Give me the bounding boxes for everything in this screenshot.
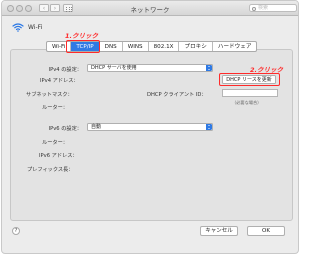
title-bar: ‹ › ネットワーク 検索 (2, 1, 298, 16)
subnet-mask-label: サブネットマスク： (26, 92, 73, 98)
dhcp-client-id-label: DHCP クライアント ID： (147, 92, 207, 98)
dhcp-client-id-note: （必要な場合） (232, 100, 262, 105)
cancel-button[interactable]: キャンセル (200, 226, 238, 236)
select-arrows-icon (206, 65, 212, 71)
tab-proxy[interactable]: プロキシ (179, 42, 213, 51)
dhcp-client-id-input[interactable] (222, 89, 278, 97)
ipv6-router-label: ルーター： (42, 140, 68, 146)
ipv4-router-label: ルーター： (42, 105, 68, 111)
ipv4-config-label: IPv4 の設定： (48, 67, 82, 73)
prefix-length-label: プレフィックス長： (27, 167, 74, 173)
service-name: Wi-Fi (28, 24, 43, 31)
select-arrows-icon (206, 124, 212, 130)
tab-hardware[interactable]: ハードウェア (213, 42, 257, 51)
tab-wins[interactable]: WINS (123, 42, 149, 51)
ipv6-config-select[interactable]: 自動 (87, 123, 213, 131)
search-placeholder: 検索 (258, 5, 269, 11)
annotation-step1: 1.クリック (65, 32, 98, 40)
ipv4-config-select[interactable]: DHCP サーバを使用 (87, 64, 213, 72)
ipv6-config-value: 自動 (91, 124, 102, 130)
search-icon (252, 6, 256, 11)
network-window: ‹ › ネットワーク 検索 Wi-Fi 1.クリック Wi-Fi TCP/IP … (1, 0, 299, 254)
tab-highlight-box (66, 40, 100, 53)
help-button[interactable]: ? (12, 227, 20, 235)
ipv4-config-value: DHCP サーバを使用 (91, 65, 137, 71)
ipv6-config-label: IPv6 の設定： (48, 126, 82, 132)
renew-dhcp-lease-button[interactable]: DHCP リースを更新 (222, 75, 276, 84)
search-input[interactable]: 検索 (249, 4, 297, 12)
tab-8021x[interactable]: 802.1X (149, 42, 180, 51)
ipv6-address-label: IPv6 アドレス： (39, 153, 78, 159)
tab-dns[interactable]: DNS (100, 42, 123, 51)
wifi-icon (12, 23, 24, 32)
ipv4-address-label: IPv4 アドレス： (40, 78, 79, 84)
ok-button[interactable]: OK (247, 226, 285, 236)
